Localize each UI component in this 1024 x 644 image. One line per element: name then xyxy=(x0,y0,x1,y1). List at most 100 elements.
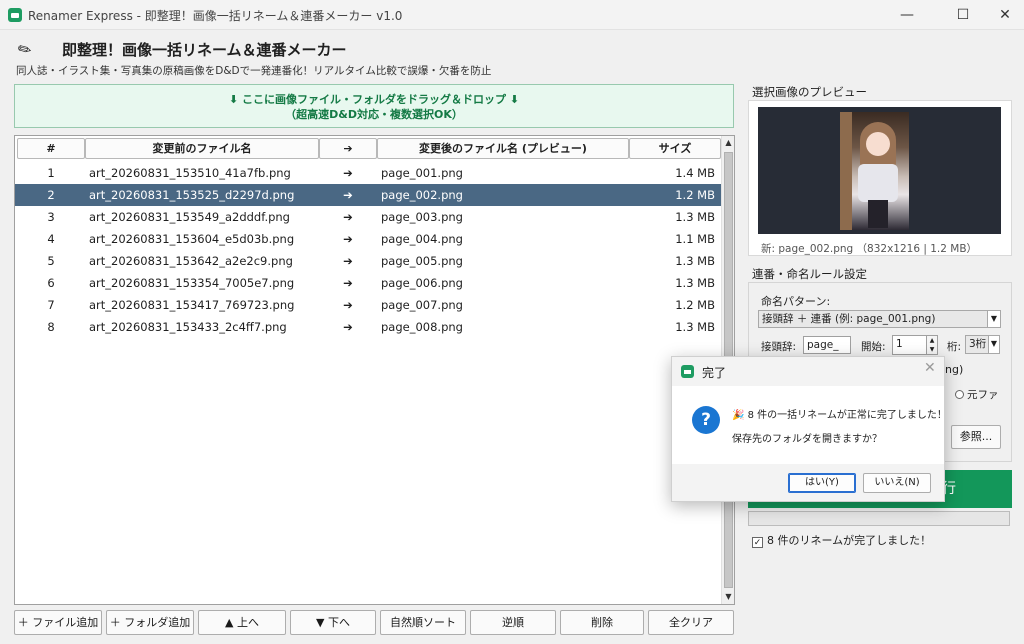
pattern-select[interactable]: 接頭辞 ＋ 連番 (例: page_001.png) ▼ xyxy=(758,310,1001,328)
row-new-filename: page_002.png xyxy=(381,188,463,202)
scroll-up-icon[interactable]: ▲ xyxy=(722,136,734,150)
image-face xyxy=(866,132,890,156)
row-new-filename: page_003.png xyxy=(381,210,463,224)
row-arrow: ➔ xyxy=(343,166,353,180)
column-header-size[interactable]: サイズ xyxy=(629,138,721,159)
column-header-new-name[interactable]: 変更後のファイル名 (プレビュー) xyxy=(377,138,629,159)
row-arrow: ➔ xyxy=(343,298,353,312)
preview-image xyxy=(840,112,909,230)
preview-canvas xyxy=(758,107,1001,234)
image-door xyxy=(840,112,852,230)
row-size: 1.3 MB xyxy=(675,210,715,224)
browse-button[interactable]: 参照... xyxy=(951,425,1001,449)
natural-sort-button[interactable]: 自然順ソート xyxy=(380,610,466,635)
move-down-button[interactable]: ▼ 下へ xyxy=(290,610,376,635)
spin-up-icon[interactable]: ▲ xyxy=(926,336,937,345)
row-old-filename: art_20260831_153417_769723.png xyxy=(89,298,295,312)
table-header: # 変更前のファイル名 ➔ 変更後のファイル名 (プレビュー) サイズ xyxy=(15,136,721,160)
row-new-filename: page_007.png xyxy=(381,298,463,312)
column-header-arrow[interactable]: ➔ xyxy=(319,138,377,159)
row-old-filename: art_20260831_153549_a2dddf.png xyxy=(89,210,290,224)
row-arrow: ➔ xyxy=(343,188,353,202)
page-subtitle: 同人誌・イラスト集・写真集の原稿画像をD&Dで一発連番化！リアルタイム比較で誤爆… xyxy=(16,65,492,77)
row-number: 5 xyxy=(47,254,55,268)
row-new-filename: page_005.png xyxy=(381,254,463,268)
row-old-filename: art_20260831_153525_d2297d.png xyxy=(89,188,295,202)
column-header-number[interactable]: # xyxy=(17,138,85,159)
row-arrow: ➔ xyxy=(343,210,353,224)
partial-option-label: ng) xyxy=(945,363,964,376)
digits-chevron-down-icon[interactable]: ▼ xyxy=(988,336,999,353)
preview-caption: 新: page_002.png （832x1216 | 1.2 MB） xyxy=(761,243,978,255)
dialog-yes-button[interactable]: はい(Y) xyxy=(788,473,856,493)
table-body: 1 art_20260831_153510_41a7fb.png ➔ page_001… xyxy=(15,162,721,338)
row-new-filename: page_004.png xyxy=(381,232,463,246)
keep-original-radio-label: 元ファ xyxy=(967,389,999,401)
delete-button[interactable]: 削除 xyxy=(560,610,644,635)
status-line: ✓ 8 件のリネームが完了しました！ xyxy=(752,532,931,548)
chevron-down-icon[interactable]: ▼ xyxy=(987,311,1000,327)
drop-zone-line1: ⬇ ここに画像ファイル・フォルダをドラッグ＆ドロップ ⬇ xyxy=(228,93,520,106)
row-arrow: ➔ xyxy=(343,276,353,290)
table-row[interactable]: 4 art_20260831_153604_e5d03b.png ➔ page_004… xyxy=(15,228,721,250)
row-new-filename: page_001.png xyxy=(381,166,463,180)
keep-original-radio[interactable]: 元ファ xyxy=(955,387,999,402)
row-arrow: ➔ xyxy=(343,320,353,334)
start-number-value: 1 xyxy=(896,338,903,350)
preview-section-label: 選択画像のプレビュー xyxy=(752,85,867,99)
row-number: 1 xyxy=(47,166,55,180)
question-icon: ? xyxy=(692,406,720,434)
table-row[interactable]: 1 art_20260831_153510_41a7fb.png ➔ page_001… xyxy=(15,162,721,184)
dialog-no-button[interactable]: いいえ(N) xyxy=(863,473,931,493)
table-row[interactable]: 7 art_20260831_153417_769723.png ➔ page_007… xyxy=(15,294,721,316)
table-row[interactable]: 3 art_20260831_153549_a2dddf.png ➔ page_003… xyxy=(15,206,721,228)
dialog-title: 完了 xyxy=(702,366,727,380)
row-arrow: ➔ xyxy=(343,232,353,246)
pattern-label: 命名パターン: xyxy=(761,295,831,308)
dialog-message-open-folder: 保存先のフォルダを開きますか？ xyxy=(732,434,882,445)
check-icon: ✓ xyxy=(752,537,763,548)
row-number: 8 xyxy=(47,320,55,334)
dialog-message-complete: 🎉 8 件の一括リネームが正常に完了しました！ xyxy=(732,410,947,421)
row-number: 3 xyxy=(47,210,55,224)
preview-panel: 新: page_002.png （832x1216 | 1.2 MB） xyxy=(748,100,1012,256)
row-new-filename: page_008.png xyxy=(381,320,463,334)
drop-zone-line2: （超高速D&D対応・複数選択OK） xyxy=(285,108,463,121)
scroll-down-icon[interactable]: ▼ xyxy=(722,590,734,604)
maximize-button[interactable]: ☐ xyxy=(940,0,986,30)
add-folder-button[interactable]: ＋ フォルダ追加 xyxy=(106,610,194,635)
drop-zone[interactable]: ⬇ ここに画像ファイル・フォルダをドラッグ＆ドロップ ⬇ （超高速D&D対応・複… xyxy=(14,84,734,128)
reverse-order-button[interactable]: 逆順 xyxy=(470,610,556,635)
row-size: 1.3 MB xyxy=(675,254,715,268)
page-title: 即整理！画像一括リネーム＆連番メーカー xyxy=(62,41,347,59)
dialog-body: ? 🎉 8 件の一括リネームが正常に完了しました！ 保存先のフォルダを開きますか… xyxy=(672,386,947,464)
row-size: 1.1 MB xyxy=(675,232,715,246)
window-titlebar: Renamer Express - 即整理！画像一括リネーム＆連番メーカー v1… xyxy=(0,0,1024,30)
eraser-icon: ✎ xyxy=(14,37,36,62)
minimize-button[interactable]: — xyxy=(884,0,930,30)
spin-down-icon[interactable]: ▼ xyxy=(926,345,937,354)
digits-select-value: 3桁 xyxy=(969,338,987,350)
close-window-button[interactable]: ✕ xyxy=(982,0,1024,30)
move-up-button[interactable]: ▲ 上へ xyxy=(198,610,286,635)
row-number: 4 xyxy=(47,232,55,246)
table-row[interactable]: 2 art_20260831_153525_d2297d.png ➔ page_002… xyxy=(15,184,721,206)
row-old-filename: art_20260831_153604_e5d03b.png xyxy=(89,232,295,246)
start-number-stepper[interactable]: 1 ▲ ▼ xyxy=(892,335,938,355)
file-table[interactable]: # 変更前のファイル名 ➔ 変更後のファイル名 (プレビュー) サイズ 1 art… xyxy=(14,135,735,605)
row-number: 2 xyxy=(47,188,55,202)
radio-circle-icon[interactable] xyxy=(955,390,964,399)
clear-all-button[interactable]: 全クリア xyxy=(648,610,734,635)
dialog-close-icon[interactable]: ✕ xyxy=(924,360,936,376)
table-row[interactable]: 6 art_20260831_153354_7005e7.png ➔ page_006… xyxy=(15,272,721,294)
add-file-button[interactable]: ＋ ファイル追加 xyxy=(14,610,102,635)
table-row[interactable]: 8 art_20260831_153433_2c4ff7.png ➔ page_008… xyxy=(15,316,721,338)
image-legs xyxy=(868,200,888,228)
dialog-app-icon xyxy=(681,365,694,378)
row-size: 1.3 MB xyxy=(675,320,715,334)
digits-select[interactable]: 3桁 ▼ xyxy=(965,335,1000,354)
row-size: 1.4 MB xyxy=(675,166,715,180)
column-header-old-name[interactable]: 変更前のファイル名 xyxy=(85,138,319,159)
table-row[interactable]: 5 art_20260831_153642_a2e2c9.png ➔ page_005… xyxy=(15,250,721,272)
prefix-input[interactable]: page_ xyxy=(803,336,851,354)
